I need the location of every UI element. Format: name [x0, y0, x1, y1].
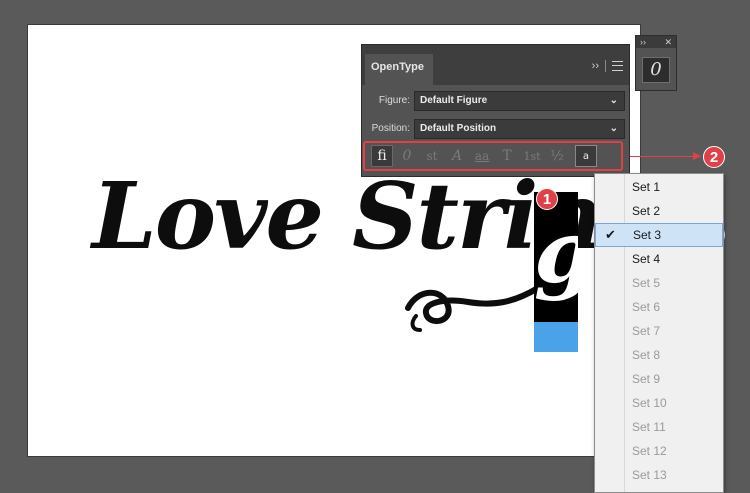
collapse-icon[interactable]: ›› [592, 60, 599, 72]
menu-item-label: Set 4 [632, 252, 661, 266]
figure-label: Figure: [378, 95, 410, 106]
menu-item-label: Set 12 [632, 444, 667, 458]
menu-item-set-4[interactable]: Set 4 [595, 247, 723, 271]
titling-alternates-icon[interactable]: T [496, 145, 518, 167]
chevron-down-icon: ⌄ [609, 95, 618, 106]
menu-item-label: Set 7 [632, 324, 661, 338]
menu-item-label: Set 5 [632, 276, 661, 290]
opentype-panel-toggle-button[interactable]: 0 [642, 57, 670, 83]
menu-item-label: Set 11 [632, 420, 666, 434]
divider [605, 60, 606, 72]
stylistic-sets-icon[interactable]: a [575, 145, 597, 167]
menu-item-set-13: Set 13 [595, 463, 723, 487]
menu-item-label: Set 9 [632, 372, 661, 386]
opentype-feature-buttons: ﬁ 0 st A aa T 1st ½ a [363, 141, 623, 171]
stylistic-sets-menu: Set 1 Set 2 ✔ Set 3 Set 4 Set 5 Set 6 Set… [594, 173, 724, 493]
standard-ligatures-icon[interactable]: ﬁ [371, 145, 393, 167]
glyph-mini-panel: ›› ✕ 0 [635, 35, 677, 91]
menu-item-set-12: Set 12 [595, 439, 723, 463]
panel-menu-icon[interactable] [612, 61, 623, 71]
selected-glyph-highlight[interactable]: g [534, 192, 578, 322]
position-select[interactable]: Default Position ⌄ [414, 119, 625, 139]
panel-tab-bar: OpenType ›› [362, 45, 629, 85]
panel-menu: ›› [592, 60, 623, 72]
menu-item-label: Set 13 [632, 468, 667, 482]
menu-item-label: Set 3 [633, 228, 662, 242]
figure-select[interactable]: Default Figure ⌄ [414, 91, 625, 111]
position-label: Position: [371, 123, 410, 134]
expand-icon[interactable]: ›› [640, 36, 646, 48]
selected-glyph: g [534, 210, 578, 296]
contextual-alternates-icon[interactable]: 0 [396, 145, 418, 167]
callout-1: 1 [536, 188, 558, 210]
stylistic-alternates-icon[interactable]: aa [471, 145, 493, 167]
menu-item-label: Set 2 [632, 204, 661, 218]
menu-item-label: Set 8 [632, 348, 661, 362]
menu-item-set-8: Set 8 [595, 343, 723, 367]
menu-item-label: Set 1 [632, 180, 661, 194]
opentype-panel: OpenType ›› Figure: Default Figure ⌄ Pos… [361, 44, 630, 177]
chevron-down-icon: ⌄ [609, 123, 618, 134]
swash-icon[interactable]: A [446, 145, 468, 167]
menu-item-set-3[interactable]: ✔ Set 3 [595, 223, 723, 247]
menu-item-set-9: Set 9 [595, 367, 723, 391]
fractions-icon[interactable]: ½ [546, 145, 568, 167]
figure-select-value: Default Figure [420, 95, 488, 106]
menu-item-set-10: Set 10 [595, 391, 723, 415]
checkmark-icon: ✔ [605, 227, 616, 242]
menu-item-label: Set 10 [632, 396, 667, 410]
mini-panel-header: ›› ✕ [636, 36, 676, 48]
swash-flourish [405, 285, 541, 332]
discretionary-ligatures-icon[interactable]: st [421, 145, 443, 167]
figure-row: Figure: Default Figure ⌄ [362, 91, 629, 113]
ordinals-icon[interactable]: 1st [521, 145, 543, 167]
callout-2: 2 [703, 146, 725, 168]
menu-item-label: Set 6 [632, 300, 661, 314]
glyph-alternates-bar[interactable] [534, 322, 578, 352]
position-select-value: Default Position [420, 123, 497, 134]
menu-item-set-7: Set 7 [595, 319, 723, 343]
menu-item-set-6: Set 6 [595, 295, 723, 319]
menu-item-set-2[interactable]: Set 2 [595, 199, 723, 223]
tab-opentype[interactable]: OpenType [365, 54, 433, 85]
menu-item-set-5: Set 5 [595, 271, 723, 295]
arrow-to-callout-2 [630, 152, 701, 160]
menu-item-set-1[interactable]: Set 1 [595, 175, 723, 199]
close-icon[interactable]: ✕ [664, 36, 672, 48]
position-row: Position: Default Position ⌄ [362, 119, 629, 141]
menu-item-set-11: Set 11 [595, 415, 723, 439]
